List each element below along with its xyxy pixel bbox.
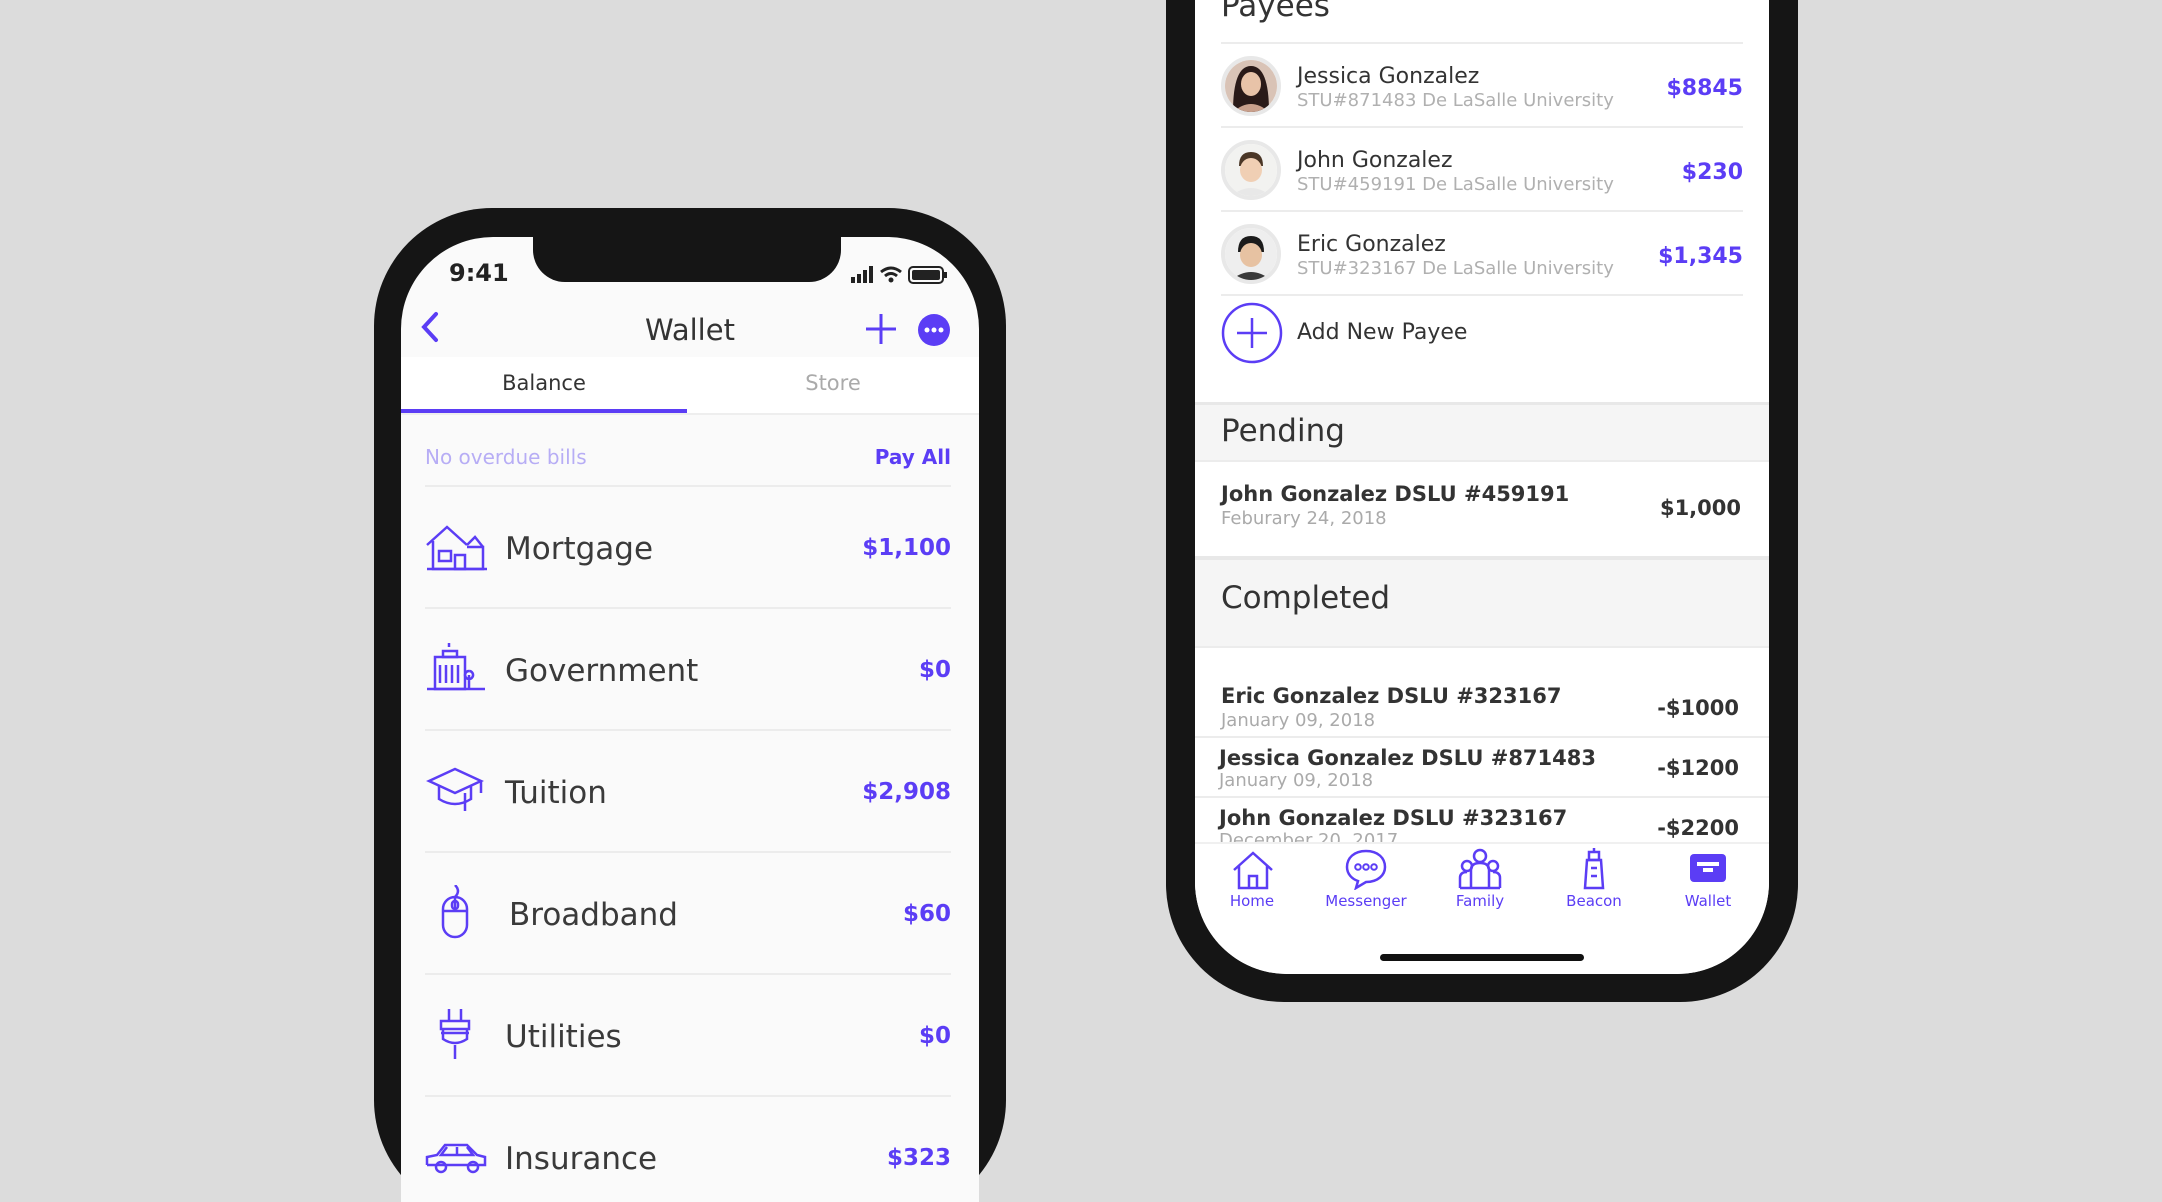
payee-row[interactable]: Jessica Gonzalez STU#871483 De LaSalle U… [1221, 44, 1743, 128]
payee-amount: $1,345 [1658, 244, 1743, 269]
category-amount: $2,908 [862, 779, 951, 805]
payee-sub: STU#459191 De LaSalle University [1297, 174, 1614, 195]
bottom-tab-bar: Home Messenger Family Beacon Wallet [1195, 842, 1769, 974]
completed-row[interactable]: John Gonzalez DSLU #323167 December 20, … [1195, 798, 1769, 844]
payee-name: Jessica Gonzalez [1297, 64, 1480, 89]
graduation-cap-icon [426, 767, 484, 811]
category-name: Broadband [509, 897, 678, 933]
pay-all-link[interactable]: Pay All [875, 445, 951, 469]
payee-sub: STU#323167 De LaSalle University [1297, 258, 1614, 279]
category-name: Utilities [505, 1019, 622, 1055]
family-icon [1458, 848, 1502, 890]
category-government[interactable]: Government $0 [425, 609, 951, 731]
completed-title: Completed [1221, 580, 1391, 616]
category-amount: $1,100 [862, 535, 951, 561]
house-icon [426, 525, 487, 571]
home-indicator [1380, 954, 1584, 961]
transaction-date: Feburary 24, 2018 [1221, 508, 1387, 529]
transaction-name: John Gonzalez DSLU #459191 [1221, 482, 1570, 506]
transaction-amount: -$1000 [1657, 696, 1739, 720]
avatar [1221, 224, 1281, 284]
transaction-amount: -$2200 [1657, 816, 1739, 840]
notice-row: No overdue bills Pay All [425, 431, 951, 487]
payee-amount: $8845 [1666, 76, 1743, 101]
tab-label: Home [1229, 892, 1275, 910]
payees-title: Payees [1221, 0, 1330, 24]
pending-row[interactable]: John Gonzalez DSLU #459191 Feburary 24, … [1195, 460, 1769, 556]
more-dots-icon[interactable] [917, 313, 951, 347]
tab-label: Messenger [1325, 892, 1407, 910]
completed-row[interactable]: Jessica Gonzalez DSLU #871483 January 09… [1195, 738, 1769, 798]
transaction-name: John Gonzalez DSLU #323167 [1219, 806, 1568, 830]
notch [533, 237, 841, 282]
transaction-amount: -$1200 [1657, 756, 1739, 780]
tab-indicator [401, 409, 687, 413]
status-icons [851, 266, 947, 284]
category-amount: $0 [918, 657, 951, 683]
payee-row[interactable]: Eric Gonzalez STU#323167 De LaSalle Univ… [1221, 212, 1743, 296]
payee-name: Eric Gonzalez [1297, 232, 1446, 257]
lighthouse-icon [1583, 848, 1605, 890]
category-name: Mortgage [505, 531, 654, 567]
wallet-icon [1690, 854, 1726, 882]
chat-bubble-icon [1345, 849, 1387, 890]
transaction-name: Jessica Gonzalez DSLU #871483 [1219, 746, 1596, 770]
avatar [1221, 56, 1281, 116]
category-mortgage[interactable]: Mortgage $1,100 [425, 487, 951, 609]
plug-icon [439, 1009, 471, 1059]
add-payee-button[interactable]: Add New Payee [1221, 302, 1743, 366]
pending-section-header: Pending [1195, 402, 1769, 460]
mouse-icon [441, 885, 469, 939]
notice-text: No overdue bills [425, 445, 587, 469]
payee-name: John Gonzalez [1297, 148, 1453, 173]
payees-screen: Payees Jessica Gonzalez STU#871483 De La… [1195, 0, 1769, 974]
transaction-date: January 09, 2018 [1221, 710, 1376, 731]
tab-label: Family [1455, 892, 1505, 910]
completed-section-header: Completed [1195, 556, 1769, 646]
category-broadband[interactable]: Broadband $60 [425, 853, 951, 975]
category-insurance[interactable]: Insurance $323 [425, 1097, 951, 1202]
tab-label: Beacon [1566, 892, 1622, 910]
completed-row[interactable]: Eric Gonzalez DSLU #323167 January 09, 2… [1195, 646, 1769, 738]
category-amount: $323 [886, 1145, 951, 1171]
transaction-date: January 09, 2018 [1219, 770, 1374, 791]
category-name: Tuition [505, 775, 607, 811]
pending-title: Pending [1221, 413, 1345, 449]
payee-amount: $230 [1681, 160, 1743, 185]
category-amount: $60 [902, 901, 951, 927]
category-tuition[interactable]: Tuition $2,908 [425, 731, 951, 853]
category-amount: $0 [918, 1023, 951, 1049]
category-name: Insurance [505, 1141, 658, 1177]
government-building-icon [427, 643, 485, 691]
wallet-screen: 9:41 Wallet Balance Store No overdue bil… [401, 237, 979, 1202]
phone-right: Payees Jessica Gonzalez STU#871483 De La… [1166, 0, 1798, 1002]
home-icon [1233, 851, 1273, 890]
plus-icon[interactable] [865, 313, 897, 345]
payee-row[interactable]: John Gonzalez STU#459191 De LaSalle Univ… [1221, 128, 1743, 212]
tab-balance[interactable]: Balance [401, 371, 687, 395]
category-name: Government [505, 653, 699, 689]
tab-label: Wallet [1684, 892, 1732, 910]
phone-left: 9:41 Wallet Balance Store No overdue bil… [374, 208, 1006, 1202]
status-time: 9:41 [449, 259, 509, 287]
category-utilities[interactable]: Utilities $0 [425, 975, 951, 1097]
add-payee-label: Add New Payee [1297, 320, 1468, 345]
payee-sub: STU#871483 De LaSalle University [1297, 90, 1614, 111]
transaction-amount: $1,000 [1659, 496, 1741, 520]
transaction-name: Eric Gonzalez DSLU #323167 [1221, 684, 1562, 708]
avatar [1221, 140, 1281, 200]
add-circle-icon [1221, 302, 1283, 364]
car-icon [425, 1143, 487, 1174]
tab-bar: Balance Store [401, 357, 979, 415]
tab-store[interactable]: Store [687, 371, 979, 395]
